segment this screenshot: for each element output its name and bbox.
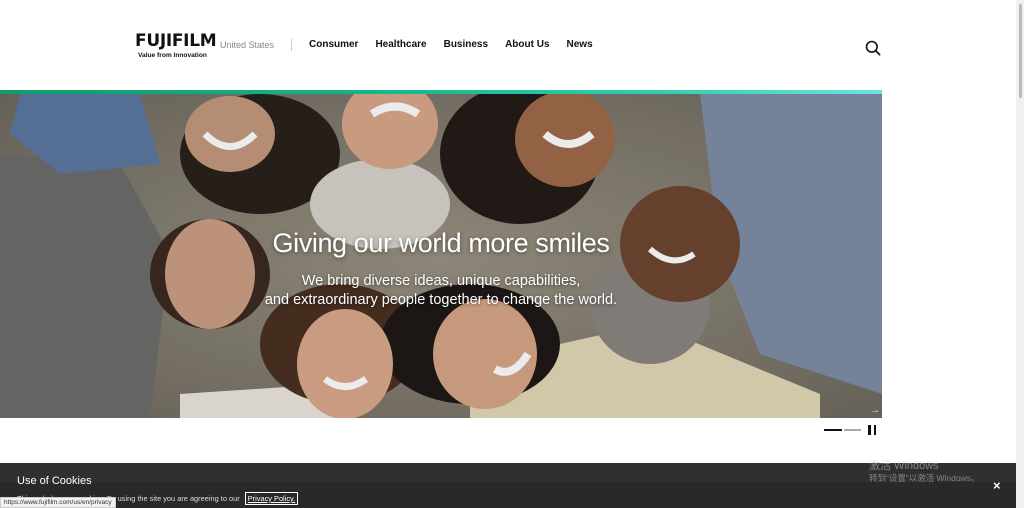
slider-controls	[824, 424, 884, 438]
arrow-right-icon: →	[870, 405, 880, 416]
cookie-banner: Use of Cookies This website uses cookies…	[0, 463, 1016, 508]
nav-item-healthcare[interactable]: Healthcare	[375, 39, 426, 50]
search-icon[interactable]	[865, 40, 881, 56]
page: FUJIFILM Value from Innovation United St…	[0, 0, 1024, 508]
windows-activation-hint: 转到“设置”以激活 Windows。	[869, 473, 980, 483]
header-divider	[291, 39, 292, 51]
logo-wordmark: FUJIFILM	[135, 31, 217, 51]
nav-item-consumer[interactable]: Consumer	[309, 39, 358, 50]
hero-title: Giving our world more smiles	[272, 228, 610, 258]
slide-indicator-1[interactable]	[824, 429, 842, 431]
close-icon[interactable]: ×	[993, 478, 1001, 493]
main-nav: Consumer Healthcare Business About Us Ne…	[309, 39, 610, 50]
nav-item-about-us[interactable]: About Us	[505, 39, 549, 50]
nav-item-news[interactable]: News	[567, 39, 593, 50]
scrollbar-thumb[interactable]	[1019, 4, 1022, 98]
privacy-policy-link[interactable]: Privacy Policy.	[244, 492, 299, 505]
site-header: FUJIFILM Value from Innovation United St…	[0, 0, 1016, 90]
hero-subtitle: We bring diverse ideas, unique capabilit…	[0, 272, 882, 310]
region-selector[interactable]: United States	[220, 40, 274, 50]
hero-subtitle-line-2: and extraordinary people together to cha…	[264, 292, 618, 308]
status-bar-url: https://www.fujifilm.com/us/en/privacy	[0, 497, 116, 508]
fujifilm-logo[interactable]: FUJIFILM Value from Innovation	[135, 31, 217, 60]
hero-subtitle-line-1: We bring diverse ideas, unique capabilit…	[301, 273, 581, 289]
windows-activation-title: 激活 Windows	[869, 460, 939, 472]
slide-indicator-2[interactable]	[844, 429, 861, 431]
logo-tagline: Value from Innovation	[138, 52, 207, 59]
cookie-title: Use of Cookies	[17, 475, 92, 487]
pause-icon[interactable]	[868, 425, 877, 435]
nav-item-business[interactable]: Business	[444, 39, 488, 50]
hero-banner[interactable]: Giving our world more smiles We bring di…	[0, 94, 882, 418]
